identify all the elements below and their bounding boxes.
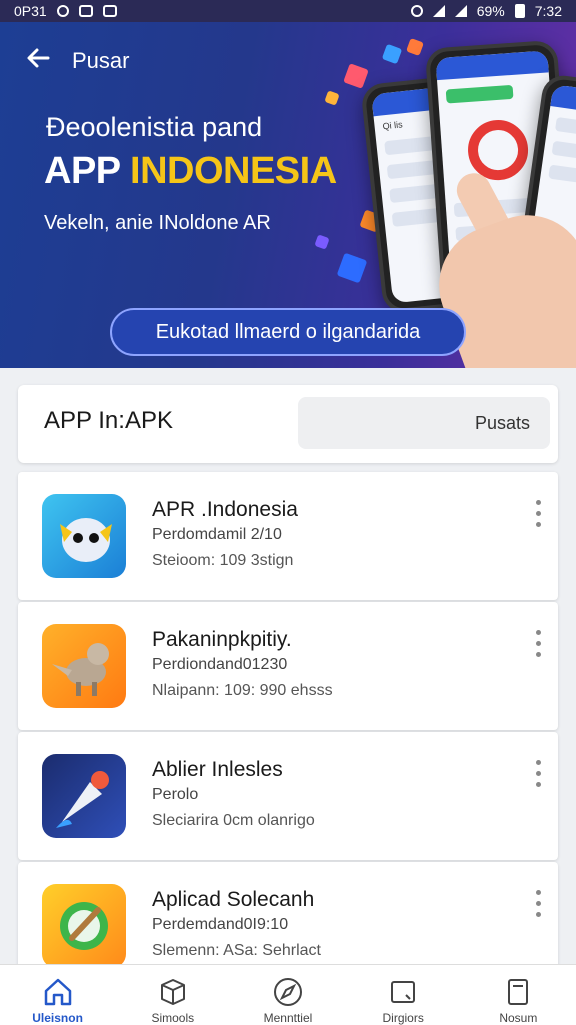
app-stats: Slemenn: ASa: Sehrlact xyxy=(152,942,321,959)
app-icon-rocket xyxy=(42,754,126,838)
nav-label: Dirgiors xyxy=(382,1011,424,1025)
page-title: Pusar xyxy=(72,48,130,73)
nav-label: Mennttiel xyxy=(263,1011,313,1025)
app-list-item[interactable]: APR .Indonesia Perdomdamil 2/10 Steioom:… xyxy=(18,472,558,600)
nav-item-apps[interactable]: Simools xyxy=(123,965,223,1025)
document-icon xyxy=(508,979,529,1005)
battery-percent: 69% xyxy=(476,3,505,19)
search-title: APP In:APK xyxy=(44,407,173,434)
app-meta: Perolo xyxy=(152,786,199,803)
decor-cube xyxy=(324,90,340,106)
more-options-icon[interactable] xyxy=(532,760,544,794)
alarm-icon xyxy=(410,5,423,17)
notification-icon xyxy=(56,5,69,17)
message-icon xyxy=(78,5,93,17)
app-stats: Steioom: 109 3stign xyxy=(152,552,294,569)
decor-cube xyxy=(314,234,330,250)
more-options-icon[interactable] xyxy=(532,630,544,664)
app-list-item[interactable]: Pakaninpkpitiy. Perdiondand01230 Nlaipan… xyxy=(18,602,558,730)
hero-banner: Pusar Đeoolenistia pand APP INDONESIA Ve… xyxy=(0,22,576,368)
status-bar: 0P31 69% 7:32 xyxy=(0,0,576,22)
app-name: Aplicad Solecanh xyxy=(152,888,315,911)
wifi-icon xyxy=(432,5,445,17)
search-button[interactable]: Pusats xyxy=(298,397,550,449)
image-icon xyxy=(102,5,117,17)
decor-cube xyxy=(381,43,403,65)
status-time-right: 7:32 xyxy=(534,3,562,19)
app-meta: Perdomdamil 2/10 xyxy=(152,526,282,543)
bottom-navigation: Uleisnon Simools Mennttiel Dirgiors Nosu… xyxy=(0,964,576,1025)
banner-cta-button[interactable]: Eukotad llmaerd o ilgandarida xyxy=(110,308,466,356)
nav-item-home[interactable]: Uleisnon xyxy=(8,965,108,1025)
app-name: Pakaninpkpitiy. xyxy=(152,628,292,651)
app-icon-mascot xyxy=(42,494,126,578)
box-icon xyxy=(160,979,185,1005)
nav-label: Simools xyxy=(151,1011,195,1025)
more-options-icon[interactable] xyxy=(532,890,544,924)
battery-icon xyxy=(514,4,525,18)
more-options-icon[interactable] xyxy=(532,500,544,534)
headline-app: APP xyxy=(44,150,131,192)
app-meta: Perdemdand0I9:10 xyxy=(152,916,289,933)
nav-label: Nosum xyxy=(499,1011,538,1025)
nav-item-news[interactable]: Nosum xyxy=(468,965,568,1025)
app-list-item[interactable]: Ablier Inlesles Perolo Sleciarira 0cm ol… xyxy=(18,732,558,860)
banner-tagline: Vekeln, anie INoldone AR xyxy=(44,212,271,234)
banner-headline-main: APP INDONESIA xyxy=(44,150,337,193)
decor-cube xyxy=(406,38,424,56)
signal-icon xyxy=(454,5,467,17)
decor-cube xyxy=(336,252,368,284)
nav-item-explore[interactable]: Mennttiel xyxy=(238,965,338,1025)
folder-icon xyxy=(391,981,416,1003)
nav-item-files[interactable]: Dirgiors xyxy=(353,965,453,1025)
back-arrow-icon[interactable] xyxy=(22,42,54,74)
app-stats: Sleciarira 0cm olanrigo xyxy=(152,812,315,829)
compass-icon xyxy=(273,978,302,1006)
app-name: APR .Indonesia xyxy=(152,498,298,521)
nav-label: Uleisnon xyxy=(32,1011,83,1025)
app-meta: Perdiondand01230 xyxy=(152,656,288,673)
app-stats: Nlaipann: 109: 990 ehsss xyxy=(152,682,333,699)
app-icon-animal xyxy=(42,624,126,708)
app-icon-chat xyxy=(42,884,126,968)
home-icon xyxy=(44,978,71,1006)
headline-brand: INDONESIA xyxy=(130,150,337,192)
search-card: APP In:APK Pusats xyxy=(18,385,558,463)
app-name: Ablier Inlesles xyxy=(152,758,283,781)
banner-headline: Đeoolenistia pand xyxy=(46,112,263,142)
decor-cube xyxy=(343,63,369,89)
status-time-left: 0P31 xyxy=(14,3,47,19)
